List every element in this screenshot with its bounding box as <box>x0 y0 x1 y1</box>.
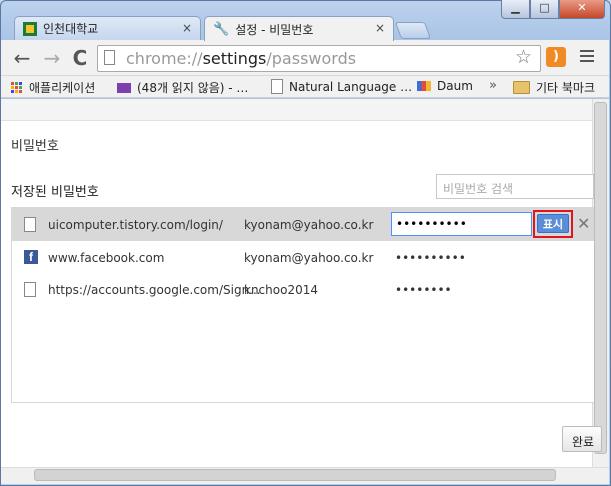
password-field[interactable]: •••••••••• <box>391 212 532 236</box>
page-favicon-icon <box>24 282 36 297</box>
row-site: https://accounts.google.com/Sign... <box>48 283 261 297</box>
bookmark-other[interactable]: 기타 북마크 <box>513 79 595 96</box>
close-window-button[interactable]: ✕ <box>559 0 605 19</box>
bookmarks-bar: 애플리케이션 (48개 읽지 않음) - … Natural Language … <box>1 76 609 98</box>
address-bar[interactable]: chrome://settings/passwords <box>97 45 541 72</box>
bookmark-natural-language[interactable]: Natural Language … <box>271 79 412 94</box>
back-button[interactable]: ← <box>10 46 34 70</box>
password-search-input[interactable]: 비밀번호 검색 <box>436 174 594 199</box>
password-row[interactable]: f www.facebook.com kyonam@yahoo.co.kr ••… <box>12 241 594 274</box>
page-header-band <box>1 99 592 121</box>
remove-entry-icon[interactable]: ✕ <box>577 214 590 233</box>
tab-settings-passwords[interactable]: 🔧 설정 - 비밀번호 × <box>204 16 394 41</box>
row-username: kyonam@yahoo.co.kr <box>244 251 374 265</box>
rss-icon[interactable]: ) <box>546 47 566 67</box>
tab-close-icon[interactable]: × <box>375 21 385 35</box>
apps-icon <box>11 81 23 94</box>
row-password: •••••••• <box>395 283 452 297</box>
bookmark-mail[interactable]: (48개 읽지 않음) - … <box>117 79 248 96</box>
bookmark-apps[interactable]: 애플리케이션 <box>11 79 95 96</box>
bookmark-label: (48개 읽지 않음) - … <box>137 81 249 95</box>
menu-icon[interactable] <box>580 50 594 65</box>
page-favicon-icon <box>24 217 36 232</box>
bookmark-label: 기타 북마크 <box>536 81 596 95</box>
row-site: www.facebook.com <box>48 251 165 265</box>
university-favicon-icon <box>23 21 37 36</box>
page-title: 비밀번호 <box>11 139 59 154</box>
url-path: /passwords <box>266 49 357 68</box>
done-button[interactable]: 완료 <box>562 426 602 452</box>
url-scheme: chrome:// <box>126 49 203 68</box>
mail-icon <box>117 82 131 93</box>
facebook-icon: f <box>24 250 38 264</box>
url-host: settings <box>202 49 267 68</box>
new-tab-button[interactable] <box>394 22 432 39</box>
forward-button[interactable]: → <box>40 46 64 70</box>
daum-icon <box>417 81 431 91</box>
vertical-scroll-thumb[interactable] <box>594 102 607 454</box>
bookmark-daum[interactable]: Daum <box>417 79 473 93</box>
section-title: 저장된 비밀번호 <box>11 185 99 200</box>
tab-close-icon[interactable]: × <box>182 21 192 35</box>
tab-incheon-univ[interactable]: 인천대학교 × <box>14 16 201 40</box>
bookmark-label: Daum <box>437 79 473 93</box>
password-row[interactable]: https://accounts.google.com/Sign... knch… <box>12 273 594 306</box>
horizontal-scroll-thumb[interactable] <box>34 469 556 481</box>
document-icon <box>271 79 283 94</box>
bookmark-label: Natural Language … <box>289 79 413 94</box>
show-password-button[interactable]: 표시 <box>537 214 569 233</box>
tab-label: 설정 - 비밀번호 <box>235 22 314 37</box>
bookmark-label: 애플리케이션 <box>29 81 96 95</box>
bookmark-star-icon[interactable]: ☆ <box>515 46 532 68</box>
minimize-button[interactable]: ▁ <box>501 0 530 19</box>
reload-button[interactable]: C <box>68 46 92 70</box>
window-controls: ▁ □ ✕ <box>501 0 605 20</box>
bookmarks-overflow-chevron-icon[interactable]: » <box>489 78 497 93</box>
maximize-button[interactable]: □ <box>530 0 559 19</box>
row-password: •••••••••• <box>395 251 466 265</box>
wrench-icon: 🔧 <box>213 21 230 37</box>
row-site: uicomputer.tistory.com/login/ <box>48 218 223 232</box>
page-icon <box>104 50 115 65</box>
row-username: knchoo2014 <box>244 283 318 297</box>
folder-icon <box>513 81 530 94</box>
tab-label: 인천대학교 <box>43 22 99 36</box>
row-username: kyonam@yahoo.co.kr <box>244 218 374 232</box>
